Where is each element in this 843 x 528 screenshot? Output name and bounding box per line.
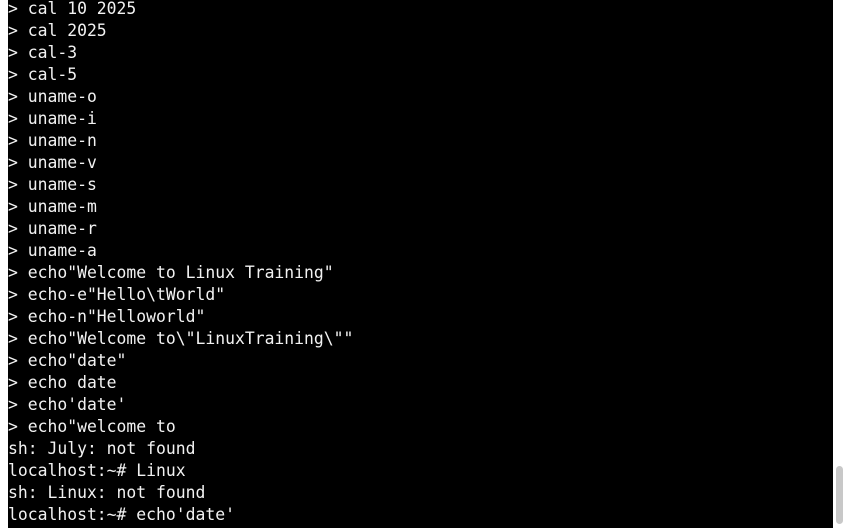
terminal-line: sh: July: not found <box>8 439 196 458</box>
terminal-line: > echo"Welcome to Linux Training" <box>8 263 334 282</box>
terminal-line: > uname-r <box>8 219 97 238</box>
terminal-line: > uname-n <box>8 131 97 150</box>
terminal-line: > uname-s <box>8 175 97 194</box>
terminal-line: > uname-v <box>8 153 97 172</box>
terminal-line: > echo date <box>8 373 117 392</box>
terminal-line: > cal-5 <box>8 65 78 84</box>
scrollbar-track[interactable] <box>833 0 843 528</box>
terminal-line: > uname-o <box>8 87 97 106</box>
terminal-line: > cal 10 2025 <box>8 0 137 18</box>
terminal-line: > uname-i <box>8 109 97 128</box>
terminal-line: > echo-e"Hello\tWorld" <box>8 285 226 304</box>
terminal-line: > echo"Welcome to\"LinuxTraining\"" <box>8 329 354 348</box>
terminal-line: sh: Linux: not found <box>8 483 206 502</box>
terminal-line: > cal 2025 <box>8 21 107 40</box>
terminal-line: localhost:~# Linux <box>8 461 186 480</box>
terminal-line: > echo-n"Helloworld" <box>8 307 206 326</box>
terminal-line: > uname-m <box>8 197 97 216</box>
terminal-window: > cal 10 2025 > cal 2025 > cal-3 > cal-5… <box>0 0 843 528</box>
scrollbar-thumb[interactable] <box>836 466 843 524</box>
terminal-line: localhost:~# echo'date' <box>8 505 235 524</box>
terminal-line: > uname-a <box>8 241 97 260</box>
terminal-line: > echo"date" <box>8 351 127 370</box>
terminal-lines: > cal 10 2025 > cal 2025 > cal-3 > cal-5… <box>8 0 833 526</box>
terminal-line: > echo"welcome to <box>8 417 176 436</box>
terminal-line: > cal-3 <box>8 43 78 62</box>
terminal-output[interactable]: > cal 10 2025 > cal 2025 > cal-3 > cal-5… <box>8 0 833 528</box>
terminal-line: > echo'date' <box>8 395 127 414</box>
